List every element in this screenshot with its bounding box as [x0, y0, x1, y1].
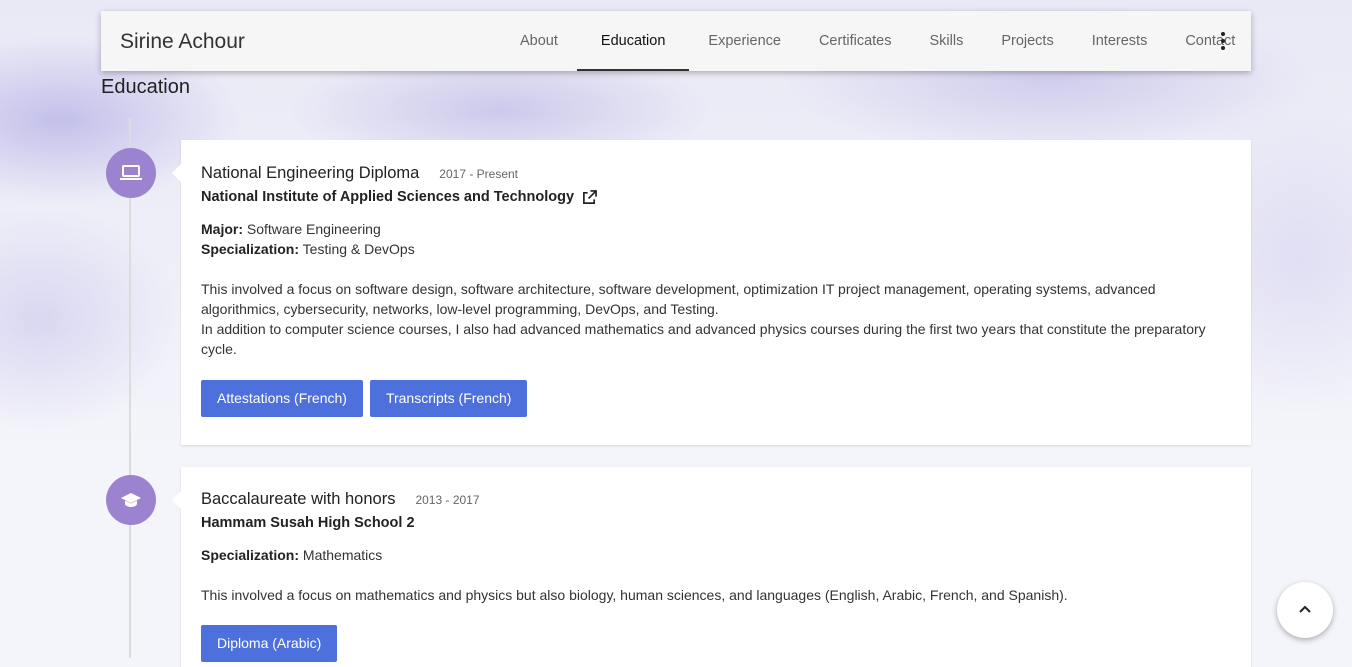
school-label[interactable]: National Institute of Applied Sciences a… — [201, 189, 574, 205]
major-line: Major: Software Engineering — [201, 219, 1231, 239]
education-card: Baccalaureate with honors 2013 - 2017 Ha… — [172, 467, 1251, 667]
nav-link-interests[interactable]: Interests — [1073, 11, 1167, 71]
transcripts-button[interactable]: Transcripts (French) — [369, 380, 528, 417]
degree-title: Baccalaureate with honors — [201, 490, 396, 508]
specialization-value: Testing & DevOps — [302, 241, 415, 257]
major-value: Software Engineering — [246, 221, 381, 237]
specialization-label: Specialization: — [201, 547, 300, 563]
timeline-line — [129, 118, 131, 658]
nav-links: About Education Experience Certificates … — [501, 11, 1254, 71]
nav-link-experience[interactable]: Experience — [689, 11, 800, 71]
description-paragraph: This involved a focus on software design… — [201, 281, 1156, 317]
diploma-button[interactable]: Diploma (Arabic) — [201, 625, 338, 662]
laptop-icon — [106, 148, 156, 198]
nav-link-education[interactable]: Education — [576, 11, 690, 71]
school-name: Hammam Susah High School 2 — [201, 515, 1231, 531]
back-to-top-button[interactable] — [1277, 582, 1333, 638]
date-range: 2013 - 2017 — [415, 493, 480, 507]
attestations-button[interactable]: Attestations (French) — [201, 380, 363, 417]
specialization-value: Mathematics — [302, 547, 383, 563]
top-navbar: Sirine Achour About Education Experience… — [101, 11, 1251, 71]
school-label: Hammam Susah High School 2 — [201, 515, 415, 531]
brand-name[interactable]: Sirine Achour — [120, 30, 245, 54]
kebab-menu-icon[interactable] — [1215, 30, 1231, 52]
school-name[interactable]: National Institute of Applied Sciences a… — [201, 189, 1231, 205]
nav-link-contact[interactable]: Contact — [1166, 11, 1254, 71]
external-link-icon[interactable] — [582, 189, 597, 205]
nav-link-projects[interactable]: Projects — [982, 11, 1072, 71]
graduation-cap-icon — [106, 475, 156, 525]
description-paragraph: In addition to computer science courses,… — [201, 321, 1206, 357]
degree-title: National Engineering Diploma — [201, 164, 420, 182]
nav-link-skills[interactable]: Skills — [910, 11, 982, 71]
nav-link-certificates[interactable]: Certificates — [800, 11, 911, 71]
description-paragraph: This involved a focus on mathematics and… — [201, 587, 1068, 603]
section-title: Education — [101, 76, 190, 98]
nav-link-about[interactable]: About — [501, 11, 577, 71]
chevron-up-icon — [1298, 601, 1312, 619]
specialization-line: Specialization: Testing & DevOps — [201, 239, 1231, 259]
specialization-line: Specialization: Mathematics — [201, 545, 1231, 565]
specialization-label: Specialization: — [201, 241, 300, 257]
major-label: Major: — [201, 221, 243, 237]
date-range: 2017 - Present — [439, 167, 519, 181]
education-card: National Engineering Diploma 2017 - Pres… — [172, 140, 1251, 445]
